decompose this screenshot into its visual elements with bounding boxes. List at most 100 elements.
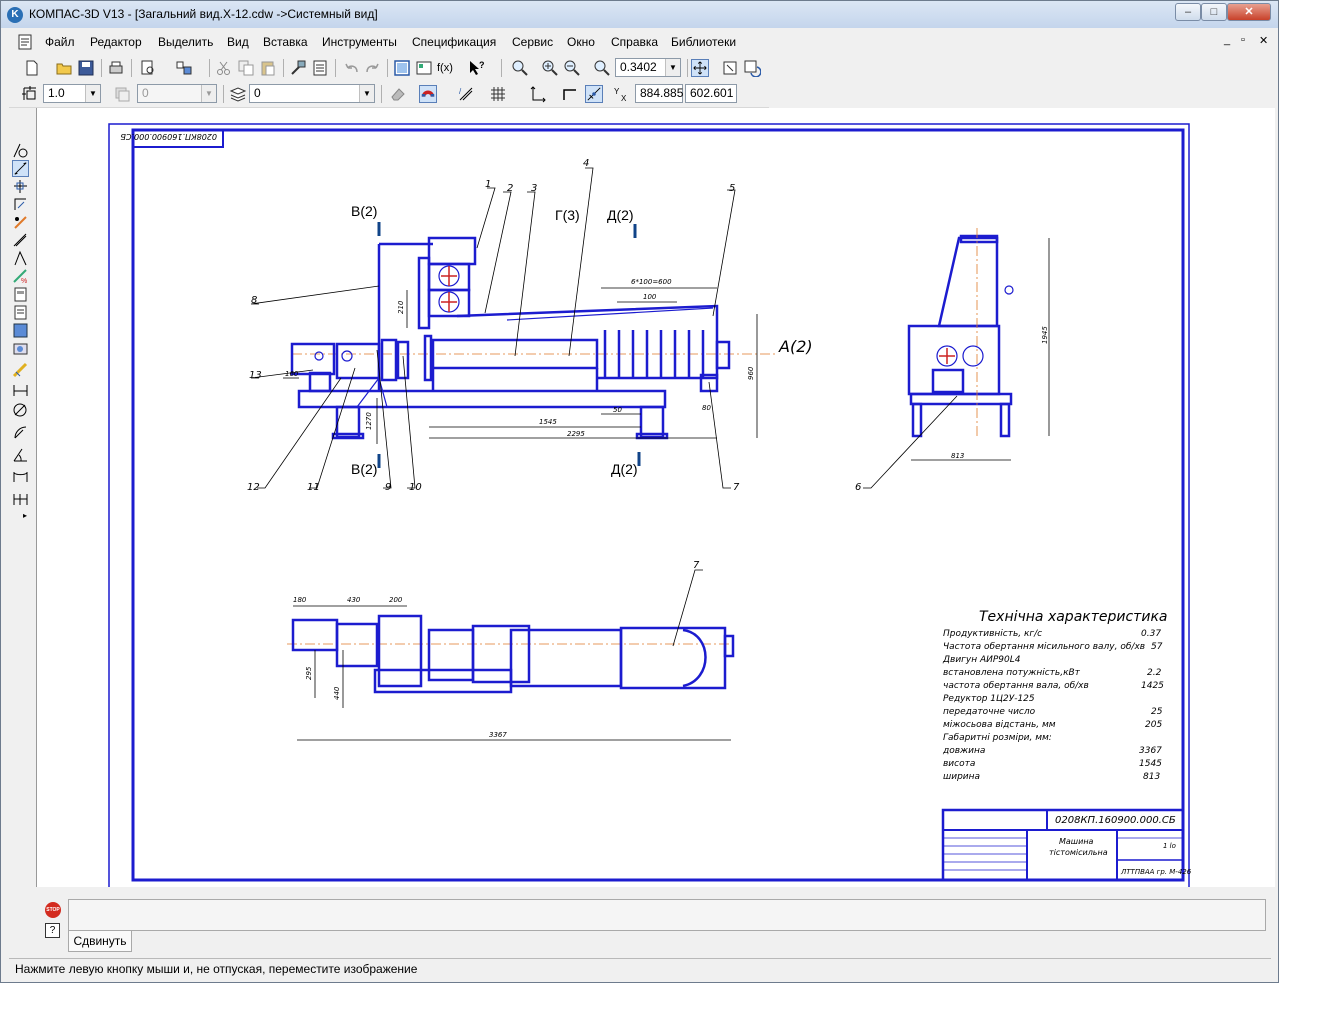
document-icon[interactable] — [17, 34, 33, 50]
auto-line-icon[interactable] — [12, 362, 29, 379]
variables-icon[interactable] — [415, 59, 433, 77]
zoom-in-icon[interactable] — [541, 59, 559, 77]
zoom-combo[interactable]: 0.3402 ▼ — [615, 58, 681, 77]
zoom-value: 0.3402 — [620, 60, 657, 74]
magnet-snap-icon[interactable] — [419, 85, 437, 103]
zoom-window-icon[interactable] — [511, 59, 529, 77]
cut-icon[interactable] — [215, 59, 233, 77]
tree-panel-icon[interactable] — [393, 59, 411, 77]
pan-icon[interactable] — [691, 59, 709, 77]
properties-icon[interactable] — [311, 59, 329, 77]
chevron-down-icon[interactable]: ▼ — [201, 85, 216, 102]
paste-icon[interactable] — [259, 59, 277, 77]
refresh-view-icon[interactable] — [721, 59, 739, 77]
menu-tools[interactable]: Инструменты — [322, 35, 397, 49]
zoom-out-icon[interactable] — [563, 59, 581, 77]
fragment-icon[interactable] — [12, 322, 29, 339]
layer-combo[interactable]: 0 ▼ — [137, 84, 217, 103]
format-brush-icon[interactable] — [289, 59, 307, 77]
context-help-icon[interactable]: ? — [467, 59, 485, 77]
menu-libraries[interactable]: Библиотеки — [671, 35, 736, 49]
menu-service[interactable]: Сервис — [512, 35, 553, 49]
arc-dim-icon[interactable] — [12, 468, 29, 485]
chevron-down-icon[interactable]: ▼ — [665, 59, 680, 76]
diameter-dim-icon[interactable] — [12, 402, 29, 419]
doc-close-button[interactable]: ✕ — [1259, 34, 1268, 47]
spec-icon[interactable]: % — [12, 268, 29, 285]
grid-icon[interactable] — [489, 85, 507, 103]
chevron-down-icon[interactable]: ▼ — [85, 85, 100, 102]
menu-select[interactable]: Выделить — [158, 35, 213, 49]
fx-button[interactable]: f(x) — [437, 59, 459, 77]
eraser-icon[interactable] — [389, 85, 407, 103]
minimize-button[interactable]: – — [1175, 3, 1201, 21]
menu-editor[interactable]: Редактор — [90, 35, 142, 49]
layer-icon[interactable] — [113, 85, 131, 103]
save-icon[interactable] — [77, 59, 95, 77]
geometry-icon[interactable] — [12, 142, 29, 159]
line-scale-combo[interactable]: 1.0 ▼ — [43, 84, 101, 103]
layer-value: 0 — [142, 86, 149, 100]
coord-x-field[interactable]: 884.885 — [635, 84, 683, 103]
angle-dim-icon[interactable] — [12, 446, 29, 463]
menu-help[interactable]: Справка — [611, 35, 658, 49]
menu-insert[interactable]: Вставка — [263, 35, 308, 49]
insert-icon[interactable] — [12, 304, 29, 321]
linear-dim-icon[interactable] — [12, 382, 29, 399]
local-cs-icon[interactable] — [529, 85, 547, 103]
doc-restore-button[interactable]: ▫ — [1241, 34, 1245, 46]
preview-icon[interactable] — [139, 59, 157, 77]
round-off-icon[interactable] — [561, 85, 579, 103]
dim-80-front: 80 — [702, 404, 711, 412]
measure-icon[interactable] — [12, 232, 29, 249]
stop-icon[interactable]: STOP — [45, 902, 61, 918]
drawing-canvas[interactable]: 0208КП.160900.000.СБ 6*100=600 100 1545 … — [36, 108, 1275, 887]
radial-dim-icon[interactable] — [12, 424, 29, 441]
titleblock-org: ЛТТПВАА гр. М-426 — [1120, 868, 1192, 876]
print-icon[interactable] — [107, 59, 125, 77]
redo-icon[interactable] — [363, 59, 381, 77]
parametrization-icon[interactable] — [12, 214, 29, 231]
callout-1: 1 — [485, 179, 491, 190]
chevron-down-icon[interactable]: ▼ — [359, 85, 374, 102]
toolbar-separator — [131, 59, 132, 77]
cursor-coords-icon[interactable]: YX — [613, 85, 631, 103]
coord-y-field[interactable]: 602.601 — [685, 84, 737, 103]
menu-window[interactable]: Окно — [567, 35, 595, 49]
tech-row-label: частота обертання вала, об/хв — [943, 681, 1089, 691]
zoom-scale-icon[interactable] — [593, 59, 611, 77]
command-properties-area[interactable] — [68, 899, 1266, 931]
more-tools-icon[interactable]: ▸ — [23, 511, 27, 520]
dim-960: 960 — [747, 366, 755, 380]
open-folder-icon[interactable] — [55, 59, 73, 77]
library-icon[interactable] — [12, 340, 29, 357]
menu-file[interactable]: Файл — [45, 35, 75, 49]
editing-icon[interactable] — [12, 196, 29, 213]
tech-title: Технічна характеристика — [979, 609, 1167, 625]
menu-specification[interactable]: Спецификация — [412, 35, 496, 49]
report-icon[interactable] — [12, 286, 29, 303]
manager-icon[interactable] — [175, 59, 193, 77]
tech-row-value: 205 — [1145, 720, 1162, 730]
doc-minimize-button[interactable]: _ — [1224, 34, 1230, 46]
tech-row-value: 1425 — [1141, 681, 1164, 691]
regenerate-icon[interactable] — [743, 59, 761, 77]
dim-210: 210 — [397, 300, 405, 314]
undo-icon[interactable] — [343, 59, 361, 77]
designations-icon[interactable] — [12, 178, 29, 195]
style-combo[interactable]: 0 ▼ — [249, 84, 375, 103]
help-icon[interactable]: ? — [45, 923, 60, 938]
ortho-icon[interactable]: / — [457, 85, 475, 103]
layers-stack-icon[interactable] — [229, 85, 247, 103]
tab-shift[interactable]: Сдвинуть — [68, 931, 132, 952]
dimensions-icon[interactable] — [12, 160, 29, 177]
close-button[interactable]: ✕ — [1227, 3, 1271, 21]
cursor-snap-icon[interactable] — [585, 85, 603, 103]
copy-icon[interactable] — [237, 59, 255, 77]
maximize-button[interactable]: □ — [1201, 3, 1227, 21]
select-icon[interactable] — [12, 250, 29, 267]
menu-view[interactable]: Вид — [227, 35, 249, 49]
snap-grid-icon[interactable] — [21, 85, 39, 103]
chain-dim-icon[interactable] — [12, 490, 29, 507]
new-document-icon[interactable] — [23, 59, 41, 77]
